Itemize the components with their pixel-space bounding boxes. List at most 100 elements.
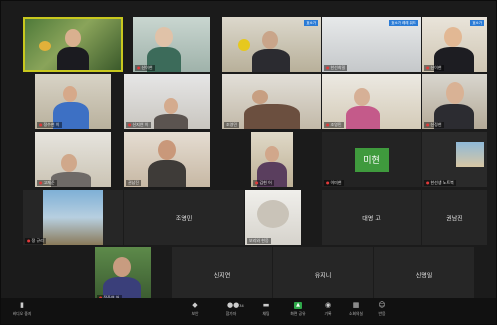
status-badge: 효소가 <box>470 20 484 26</box>
record-icon: ◉ <box>324 301 332 309</box>
video-tile-off[interactable]: 신명일 <box>374 247 474 302</box>
chat-icon: ▬ <box>262 301 270 309</box>
breakout-rooms-button[interactable]: ▦ 소회의실 <box>343 302 369 317</box>
participant-name-text: 신이현 <box>430 65 442 70</box>
security-label: 보안 <box>191 311 199 316</box>
share-screen-icon: ▲ <box>294 302 302 309</box>
share-screen-button[interactable]: ▲ 화면 공유 <box>285 302 311 317</box>
participant-name: 유지니 <box>314 272 332 279</box>
video-tile-off[interactable]: 대영 고 <box>322 190 421 245</box>
reactions-icon: ☺ <box>378 301 386 309</box>
video-tile[interactable]: ●고재준 <box>35 132 111 187</box>
person-head <box>61 154 77 172</box>
participant-name: 대영 고 <box>362 215 381 222</box>
toy-object <box>238 39 250 51</box>
participants-label: 참가자 <box>225 311 237 316</box>
participant-name: ●한선생 노트북 <box>424 180 456 186</box>
person-head <box>354 88 370 106</box>
person-head <box>446 82 464 104</box>
person-body <box>148 160 186 187</box>
cat-face <box>257 200 289 228</box>
mic-muted-icon: ● <box>39 122 43 127</box>
video-tile-off[interactable]: 신지연 <box>172 247 272 302</box>
video-camera-icon: ▮ <box>20 301 24 309</box>
video-tile[interactable]: 보리와 현웅 <box>245 190 301 245</box>
participant-name: ●신이현 <box>424 65 444 71</box>
person-head <box>164 98 178 114</box>
status-badge: 효소가 레레 워드 <box>389 20 418 26</box>
chat-label: 채팅 <box>262 311 270 316</box>
participant-name: ●정 규리 <box>25 238 46 244</box>
record-label: 기록 <box>324 311 332 316</box>
person-body <box>252 49 290 72</box>
video-tile[interactable]: ●정주연 어 <box>95 247 151 302</box>
person-body <box>346 106 380 129</box>
participant-name: ●정수현 이 <box>37 122 62 128</box>
video-tile[interactable]: ●신이현 효소가 <box>422 17 487 72</box>
participant-name-text: 이미현 <box>330 180 342 185</box>
stop-video-button[interactable]: ▮ 비디오 중지 <box>7 302 37 317</box>
participant-name-text: 신지연 이 <box>132 122 149 127</box>
participant-name: ●신지연 이 <box>126 122 151 128</box>
flowers <box>39 41 51 51</box>
share-screen-label: 화면 공유 <box>290 311 306 316</box>
participant-name: 조영민 <box>224 122 240 128</box>
status-badge: 효소가 <box>304 20 318 26</box>
video-tile[interactable]: ●신정현 <box>422 74 487 129</box>
video-tile-avatar[interactable]: 미현 ●이미현 <box>322 132 421 187</box>
person-head <box>265 146 279 162</box>
person-head <box>262 31 278 49</box>
breakout-rooms-icon: ▦ <box>352 301 360 309</box>
reactions-label: 반응 <box>378 311 386 316</box>
participant-name: 권남진 <box>126 180 142 186</box>
video-tile[interactable]: ●신지연 이 <box>124 74 210 129</box>
person-body <box>244 104 300 129</box>
person-head <box>155 27 173 47</box>
reactions-button[interactable]: ☺ 반응 <box>369 302 395 317</box>
record-button[interactable]: ◉ 기록 <box>315 302 341 317</box>
participant-name-text: 신이현 <box>141 65 153 70</box>
mic-muted-icon: ● <box>39 180 43 185</box>
participants-count: 34 <box>239 304 244 308</box>
participant-name: 신명일 <box>415 272 433 279</box>
video-tile[interactable]: ●신이현 <box>133 17 210 72</box>
video-tile[interactable]: ●조영민 <box>322 74 421 129</box>
stop-video-label: 비디오 중지 <box>12 311 32 316</box>
person-head <box>252 90 268 104</box>
video-tile[interactable]: ●정 규리 <box>23 190 123 245</box>
person-head <box>444 27 462 47</box>
video-tile[interactable]: ●한선희밀 효소가 레레 워드 <box>322 17 421 72</box>
participant-name-text: 권남진 <box>128 180 140 185</box>
participant-name-text: 김현 어 <box>259 180 272 185</box>
video-tile[interactable]: 조영민 <box>222 74 321 129</box>
video-tile[interactable]: 권남진 <box>124 132 210 187</box>
meeting-toolbar: ▮ 비디오 중지 ◆ 보안 ●●34 참가자 ▬ 채팅 ▲ 화면 공유 ◉ 기록… <box>1 298 496 324</box>
video-tile[interactable]: ●김현 어 <box>251 132 293 187</box>
video-tile[interactable]: ●정수현 이 <box>35 74 111 129</box>
person-head <box>113 257 131 277</box>
participant-name-text: 한선희밀 <box>330 65 346 70</box>
mic-muted-icon: ● <box>326 180 330 185</box>
video-tile[interactable]: ●한선생 노트북 <box>422 132 487 187</box>
video-tile-off[interactable]: 조영민 <box>124 190 244 245</box>
mic-muted-icon: ● <box>426 122 430 127</box>
mic-muted-icon: ● <box>128 122 132 127</box>
participant-name-text: 조영민 <box>330 122 342 127</box>
participants-button[interactable]: ●●34 참가자 <box>218 302 244 317</box>
participant-name-text: 한선생 노트북 <box>430 180 454 185</box>
person-body <box>51 172 91 187</box>
participant-name: ●고재준 <box>37 180 57 186</box>
shield-icon: ◆ <box>192 301 198 309</box>
video-tile-off[interactable]: 유지니 <box>273 247 373 302</box>
security-button[interactable]: ◆ 보안 <box>182 302 208 317</box>
video-tile[interactable] <box>23 17 123 72</box>
participant-name: ●신정현 <box>424 122 444 128</box>
person-head <box>63 86 77 102</box>
mic-muted-icon: ● <box>137 65 141 70</box>
chat-button[interactable]: ▬ 채팅 <box>253 302 279 317</box>
video-tile-off[interactable]: 권남진 <box>422 190 487 245</box>
participant-name-text: 정 규리 <box>31 238 44 243</box>
video-tile[interactable]: 효소가 <box>222 17 321 72</box>
participants-icon: ●●34 <box>227 301 244 309</box>
participant-name: 권남진 <box>446 215 463 222</box>
